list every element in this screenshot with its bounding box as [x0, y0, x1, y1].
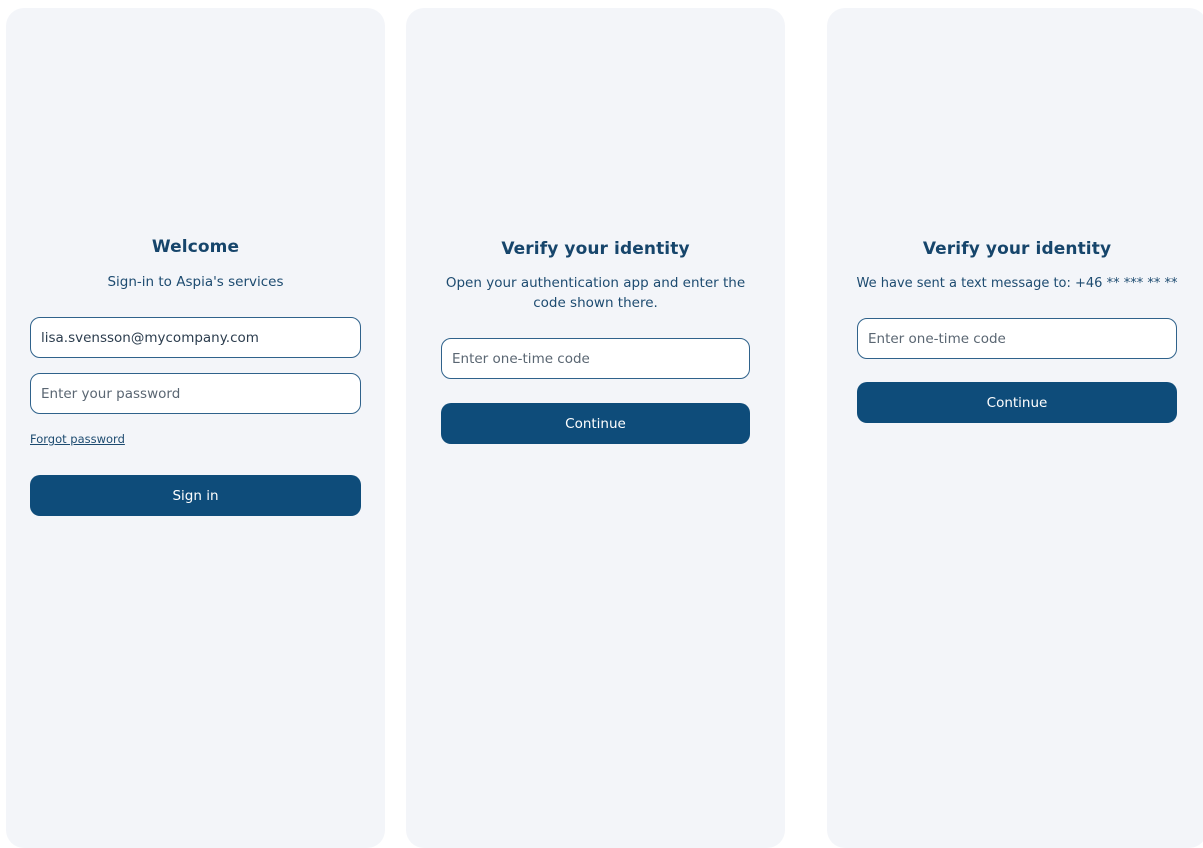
continue-button[interactable]: Continue	[441, 403, 750, 444]
verify-sms-screen: Verify your identity We have sent a text…	[827, 8, 1203, 848]
verify-instruction: Open your authentication app and enter t…	[406, 273, 785, 313]
one-time-code-field[interactable]	[441, 338, 750, 379]
one-time-code-field[interactable]	[857, 318, 1177, 359]
email-field[interactable]	[30, 317, 361, 358]
verify-instruction-line-1: Open your authentication app and enter t…	[445, 275, 746, 291]
verify-app-screen: Verify your identity Open your authentic…	[406, 8, 785, 848]
sign-in-subtitle: Sign-in to Aspia's services	[107, 274, 284, 290]
welcome-title: Welcome	[151, 237, 240, 257]
sign-in-screen: Welcome Sign-in to Aspia's services Forg…	[6, 8, 385, 848]
forgot-password-link[interactable]: Forgot password	[30, 432, 125, 446]
verify-title: Verify your identity	[501, 239, 690, 259]
password-field[interactable]	[30, 373, 361, 414]
sign-in-button[interactable]: Sign in	[30, 475, 361, 516]
verify-instruction-line-2: code shown there.	[533, 295, 658, 311]
continue-button[interactable]: Continue	[857, 382, 1177, 423]
verify-title: Verify your identity	[922, 239, 1112, 259]
sms-instruction: We have sent a text message to: +46 ** *…	[856, 276, 1178, 291]
